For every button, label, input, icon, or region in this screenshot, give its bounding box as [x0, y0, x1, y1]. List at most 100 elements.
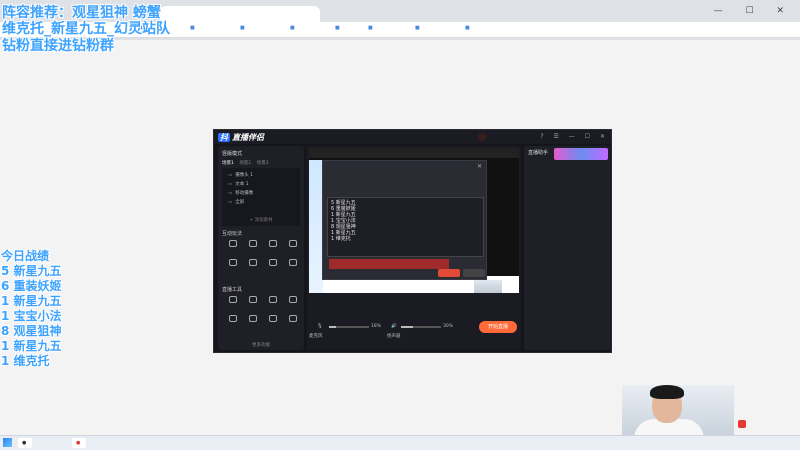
- assistant-title: 直播助手: [528, 150, 549, 156]
- score-item: 8 观星狙神: [1, 324, 62, 338]
- record-status-pill[interactable]: [478, 133, 486, 141]
- tool-button[interactable]: [224, 315, 242, 330]
- tool-icon: [229, 296, 237, 303]
- tool-button[interactable]: [224, 240, 242, 255]
- start-live-button[interactable]: 开始直播: [479, 321, 517, 333]
- fan-group-notice: 钻粉直接进钻粉群: [2, 38, 114, 54]
- tab-scene-2[interactable]: 场景2: [239, 161, 251, 166]
- bookmark-item[interactable]: [335, 25, 342, 31]
- tab-scene-3[interactable]: 场景3: [257, 161, 269, 166]
- app-title-bar: 抖直播伴侣 ? ☰ — ☐ ✕: [214, 130, 611, 144]
- webcam-overlay: [622, 385, 734, 435]
- bookmark-item[interactable]: [465, 25, 472, 31]
- mic-label: 麦克风: [309, 334, 323, 339]
- source-item[interactable]: 摄像头 1: [228, 172, 253, 178]
- taskbar-app-browser[interactable]: [18, 438, 33, 448]
- tool-button[interactable]: [284, 296, 302, 311]
- tool-button[interactable]: [264, 259, 282, 274]
- score-item: 1 维克托: [1, 354, 50, 368]
- tool-icon: [269, 315, 277, 322]
- tab-scene-1[interactable]: 场景1: [222, 161, 234, 166]
- center-panel: ✕ 5 新星九五 6 重装妖姬 1 新星九五 1 宝宝小法 8 观星狙神 1 新…: [307, 146, 521, 350]
- tool-button[interactable]: [264, 315, 282, 330]
- today-record: 今日战绩 5 新星九五 6 重装妖姬 1 新星九五 1 宝宝小法 8 观星狙神 …: [1, 249, 62, 369]
- live-tools-grid: [224, 296, 302, 330]
- mic-volume-value: 18%: [371, 324, 382, 329]
- score-title: 今日战绩: [1, 249, 50, 263]
- app-logo: 抖直播伴侣: [218, 132, 264, 143]
- tool-button[interactable]: [224, 259, 242, 274]
- source-item[interactable]: 文本 1: [228, 181, 248, 187]
- tool-button[interactable]: [244, 315, 262, 330]
- preview-toolbar: [309, 148, 519, 158]
- tool-icon: [229, 259, 237, 266]
- cancel-button[interactable]: [463, 269, 485, 277]
- editor-line: 1 维克托: [331, 236, 351, 242]
- interactive-section-title: 互动玩法: [222, 231, 243, 237]
- tool-icon: [269, 259, 277, 266]
- more-functions-button[interactable]: 更多功能: [218, 342, 304, 348]
- source-item[interactable]: 全屏: [228, 199, 244, 205]
- speaker-volume-slider[interactable]: [401, 326, 441, 328]
- source-item[interactable]: 移动摄像: [228, 190, 253, 196]
- score-item: 1 宝宝小法: [1, 309, 62, 323]
- bookmark-item[interactable]: [368, 25, 375, 31]
- score-item: 5 新星九五: [1, 264, 62, 278]
- text-edit-dialog: ✕ 5 新星九五 6 重装妖姬 1 新星九五 1 宝宝小法 8 观星狙神 1 新…: [322, 160, 487, 280]
- tool-button[interactable]: [284, 240, 302, 255]
- logo-mark: 抖: [218, 133, 230, 142]
- speaker-volume-value: 30%: [443, 324, 454, 329]
- score-item: 1 新星九五: [1, 294, 62, 308]
- tool-icon: [249, 315, 257, 322]
- add-source-button[interactable]: + 添加素材: [222, 217, 300, 223]
- start-icon[interactable]: [3, 438, 12, 447]
- score-item: 1 新星九五: [1, 339, 62, 353]
- bookmark-item[interactable]: [190, 25, 197, 31]
- right-panel: 直播助手: [524, 146, 610, 350]
- live-preview: ✕ 5 新星九五 6 重装妖姬 1 新星九五 1 宝宝小法 8 观星狙神 1 新…: [309, 148, 519, 293]
- tool-icon: [289, 240, 297, 247]
- tool-button[interactable]: [264, 240, 282, 255]
- tool-icon: [269, 296, 277, 303]
- score-item: 6 重装妖姬: [1, 279, 62, 293]
- tray-app-icon[interactable]: [738, 420, 746, 428]
- mic-volume-slider[interactable]: [329, 326, 369, 328]
- warning-banner: [329, 259, 449, 269]
- bookmark-item[interactable]: [240, 25, 247, 31]
- live-tools-section-title: 直播工具: [222, 287, 243, 293]
- tool-icon: [229, 240, 237, 247]
- bookmark-item[interactable]: [415, 25, 422, 31]
- scene-tabs: 场景1 场景2 场景3: [222, 160, 269, 166]
- scene-source-list: 摄像头 1 文本 1 移动摄像 全屏 + 添加素材: [222, 168, 300, 226]
- bookmark-item[interactable]: [290, 25, 297, 31]
- tool-button[interactable]: [224, 296, 242, 311]
- tool-icon: [289, 315, 297, 322]
- mode-selector[interactable]: 竖版模式: [222, 150, 242, 157]
- taskbar: [0, 435, 800, 450]
- tool-button[interactable]: [264, 296, 282, 311]
- left-panel: 竖版模式 场景1 场景2 场景3 摄像头 1 文本 1 移动摄像 全屏 + 添加…: [218, 146, 304, 350]
- close-icon[interactable]: ✕: [477, 163, 482, 170]
- mic-icon[interactable]: 🎙: [317, 324, 323, 329]
- tool-button[interactable]: [244, 259, 262, 274]
- logo-text: 直播伴侣: [232, 133, 264, 142]
- preview-side-strip: [309, 160, 323, 293]
- text-format-toolbar[interactable]: [327, 187, 484, 195]
- taskbar-app-streamer[interactable]: [72, 438, 87, 448]
- tool-button[interactable]: [244, 240, 262, 255]
- promo-banner[interactable]: [554, 148, 608, 160]
- tool-button[interactable]: [244, 296, 262, 311]
- confirm-button[interactable]: [438, 269, 460, 277]
- speaker-label: 扬声器: [387, 334, 401, 339]
- text-editor[interactable]: 5 新星九五 6 重装妖姬 1 新星九五 1 宝宝小法 8 观星狙神 1 新星九…: [327, 197, 484, 257]
- tool-icon: [249, 240, 257, 247]
- tool-button[interactable]: [284, 259, 302, 274]
- window-controls[interactable]: — ☐ ✕: [714, 6, 794, 16]
- speaker-icon[interactable]: 🔊: [391, 324, 397, 329]
- app-window-controls[interactable]: ? ☰ — ☐ ✕: [540, 133, 609, 140]
- camera-thumbnail: [474, 280, 502, 293]
- tool-icon: [249, 259, 257, 266]
- tool-icon: [249, 296, 257, 303]
- tool-icon: [269, 240, 277, 247]
- tool-button[interactable]: [284, 315, 302, 330]
